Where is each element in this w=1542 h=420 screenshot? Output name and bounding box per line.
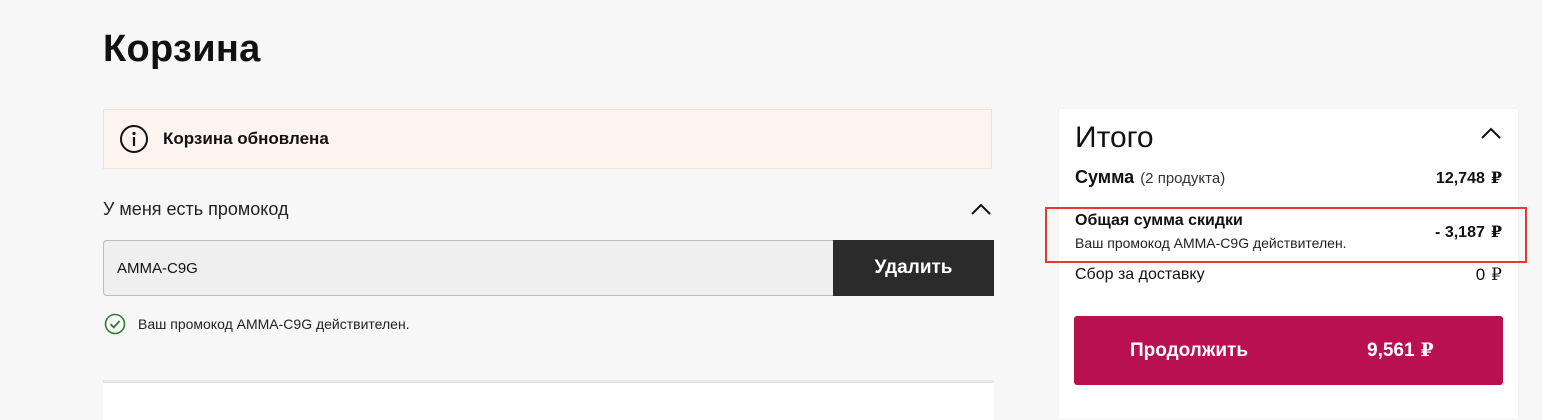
discount-amount: - 3,187 ₽ xyxy=(1435,222,1502,242)
promo-code-input[interactable] xyxy=(103,240,833,296)
subtotal-row: Сумма (2 продукта) 12,748 ₽ xyxy=(1075,167,1502,188)
cart-updated-notice: Корзина обновлена xyxy=(103,109,992,169)
continue-label: Продолжить xyxy=(1130,339,1249,361)
chevron-up-icon[interactable] xyxy=(1479,121,1503,145)
cart-items-card xyxy=(103,380,994,420)
delivery-label: Сбор за доставку xyxy=(1075,266,1205,283)
currency-symbol: ₽ xyxy=(1491,265,1502,285)
delivery-value: 0 xyxy=(1475,265,1486,284)
check-circle-icon xyxy=(104,313,126,335)
discount-label: Общая сумма скидки xyxy=(1075,212,1243,229)
currency-symbol: ₽ xyxy=(1420,339,1434,361)
summary-title: Итого xyxy=(1075,121,1154,154)
continue-total-value: 9,561 xyxy=(1367,340,1415,361)
continue-total: 9,561 ₽ xyxy=(1367,339,1434,362)
subtotal-label: Сумма xyxy=(1075,167,1135,187)
page-title: Корзина xyxy=(103,28,261,70)
promo-code-form: Удалить xyxy=(103,240,994,296)
promo-code-toggle[interactable]: У меня есть промокод xyxy=(103,192,994,226)
subtotal-value: 12,748 xyxy=(1435,169,1485,187)
remove-promo-button[interactable]: Удалить xyxy=(833,240,994,296)
delivery-row: Сбор за доставку 0 ₽ xyxy=(1075,265,1502,285)
promo-toggle-label: У меня есть промокод xyxy=(103,198,289,219)
order-summary: Итого Сумма (2 продукта) 12,748 ₽ Общая су… xyxy=(1045,109,1527,419)
notice-text: Корзина обновлена xyxy=(163,129,329,148)
continue-button[interactable]: Продолжить 9,561 ₽ xyxy=(1074,316,1503,385)
delivery-amount: 0 ₽ xyxy=(1476,265,1502,285)
promo-valid-text: Ваш промокод AMMA-C9G действителен. xyxy=(138,316,410,332)
discount-note: Ваш промокод AMMA-C9G действителен. xyxy=(1075,235,1347,251)
chevron-up-icon[interactable] xyxy=(969,197,993,221)
discount-value: - 3,187 xyxy=(1435,223,1485,241)
subtotal-count: (2 продукта) xyxy=(1140,170,1226,187)
discount-row: Общая сумма скидки Ваш промокод AMMA-C9G… xyxy=(1075,212,1502,251)
currency-symbol: ₽ xyxy=(1490,221,1502,241)
info-icon xyxy=(119,124,149,154)
promo-valid-message: Ваш промокод AMMA-C9G действителен. xyxy=(104,313,410,335)
currency-symbol: ₽ xyxy=(1490,167,1502,187)
subtotal-amount: 12,748 ₽ xyxy=(1436,168,1502,188)
